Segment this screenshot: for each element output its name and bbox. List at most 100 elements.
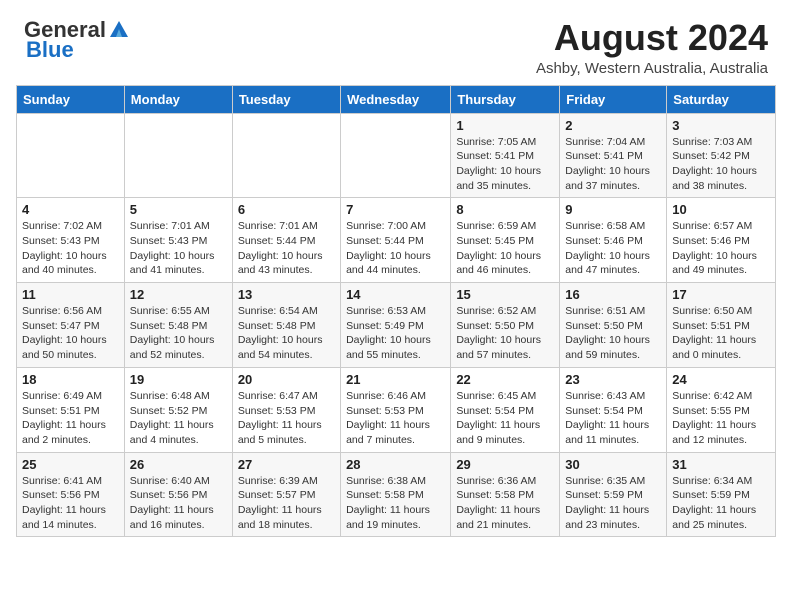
day-number: 10 bbox=[672, 202, 770, 217]
calendar-cell: 8Sunrise: 6:59 AM Sunset: 5:45 PM Daylig… bbox=[451, 198, 560, 283]
day-number: 4 bbox=[22, 202, 119, 217]
day-info: Sunrise: 6:57 AM Sunset: 5:46 PM Dayligh… bbox=[672, 219, 770, 278]
day-number: 15 bbox=[456, 287, 554, 302]
day-info: Sunrise: 6:41 AM Sunset: 5:56 PM Dayligh… bbox=[22, 474, 119, 533]
day-number: 28 bbox=[346, 457, 445, 472]
calendar-cell: 3Sunrise: 7:03 AM Sunset: 5:42 PM Daylig… bbox=[667, 113, 776, 198]
day-info: Sunrise: 6:49 AM Sunset: 5:51 PM Dayligh… bbox=[22, 389, 119, 448]
day-info: Sunrise: 7:05 AM Sunset: 5:41 PM Dayligh… bbox=[456, 135, 554, 194]
calendar-week-2: 4 Sunrise: 7:02 AM Sunset: 5:43 PM Daylig… bbox=[17, 198, 776, 283]
day-info: Sunrise: 6:51 AM Sunset: 5:50 PM Dayligh… bbox=[565, 304, 661, 363]
calendar-cell: 16 Sunrise: 6:51 AM Sunset: 5:50 PM Dayli… bbox=[560, 283, 667, 368]
day-info: Sunrise: 6:45 AM Sunset: 5:54 PM Dayligh… bbox=[456, 389, 554, 448]
day-number: 17 bbox=[672, 287, 770, 302]
calendar-week-1: 1 Sunrise: 7:05 AM Sunset: 5:41 PM Daylig… bbox=[17, 113, 776, 198]
day-number: 2 bbox=[565, 118, 661, 133]
calendar-container: SundayMondayTuesdayWednesdayThursdayFrid… bbox=[0, 85, 792, 554]
column-header-tuesday: Tuesday bbox=[232, 85, 340, 113]
day-number: 13 bbox=[238, 287, 335, 302]
main-title: August 2024 bbox=[536, 18, 768, 58]
calendar-cell: 27 Sunrise: 6:39 AM Sunset: 5:57 PM Dayli… bbox=[232, 452, 340, 537]
day-number: 5 bbox=[130, 202, 227, 217]
calendar-cell: 7Sunrise: 7:00 AM Sunset: 5:44 PM Daylig… bbox=[341, 198, 451, 283]
calendar-cell: 1 Sunrise: 7:05 AM Sunset: 5:41 PM Daylig… bbox=[451, 113, 560, 198]
day-info: Sunrise: 6:52 AM Sunset: 5:50 PM Dayligh… bbox=[456, 304, 554, 363]
day-info: Sunrise: 6:38 AM Sunset: 5:58 PM Dayligh… bbox=[346, 474, 445, 533]
day-info: Sunrise: 6:48 AM Sunset: 5:52 PM Dayligh… bbox=[130, 389, 227, 448]
title-section: August 2024 Ashby, Western Australia, Au… bbox=[536, 18, 768, 77]
calendar-table: SundayMondayTuesdayWednesdayThursdayFrid… bbox=[16, 85, 776, 538]
calendar-cell bbox=[232, 113, 340, 198]
calendar-cell bbox=[124, 113, 232, 198]
column-header-thursday: Thursday bbox=[451, 85, 560, 113]
day-number: 1 bbox=[456, 118, 554, 133]
day-info: Sunrise: 7:02 AM Sunset: 5:43 PM Dayligh… bbox=[22, 219, 119, 278]
calendar-cell: 4 Sunrise: 7:02 AM Sunset: 5:43 PM Daylig… bbox=[17, 198, 125, 283]
day-number: 30 bbox=[565, 457, 661, 472]
day-info: Sunrise: 6:34 AM Sunset: 5:59 PM Dayligh… bbox=[672, 474, 770, 533]
day-number: 26 bbox=[130, 457, 227, 472]
column-header-monday: Monday bbox=[124, 85, 232, 113]
day-number: 25 bbox=[22, 457, 119, 472]
day-info: Sunrise: 6:40 AM Sunset: 5:56 PM Dayligh… bbox=[130, 474, 227, 533]
calendar-cell: 9 Sunrise: 6:58 AM Sunset: 5:46 PM Daylig… bbox=[560, 198, 667, 283]
day-number: 29 bbox=[456, 457, 554, 472]
calendar-cell: 25 Sunrise: 6:41 AM Sunset: 5:56 PM Dayli… bbox=[17, 452, 125, 537]
day-number: 24 bbox=[672, 372, 770, 387]
day-number: 9 bbox=[565, 202, 661, 217]
calendar-cell: 12 Sunrise: 6:55 AM Sunset: 5:48 PM Dayli… bbox=[124, 283, 232, 368]
calendar-cell: 14 Sunrise: 6:53 AM Sunset: 5:49 PM Dayli… bbox=[341, 283, 451, 368]
calendar-header-row: SundayMondayTuesdayWednesdayThursdayFrid… bbox=[17, 85, 776, 113]
day-info: Sunrise: 6:55 AM Sunset: 5:48 PM Dayligh… bbox=[130, 304, 227, 363]
calendar-week-5: 25 Sunrise: 6:41 AM Sunset: 5:56 PM Dayli… bbox=[17, 452, 776, 537]
calendar-cell: 20 Sunrise: 6:47 AM Sunset: 5:53 PM Dayli… bbox=[232, 367, 340, 452]
calendar-cell: 29 Sunrise: 6:36 AM Sunset: 5:58 PM Dayli… bbox=[451, 452, 560, 537]
day-info: Sunrise: 7:01 AM Sunset: 5:44 PM Dayligh… bbox=[238, 219, 335, 278]
day-info: Sunrise: 6:58 AM Sunset: 5:46 PM Dayligh… bbox=[565, 219, 661, 278]
day-number: 23 bbox=[565, 372, 661, 387]
day-info: Sunrise: 6:42 AM Sunset: 5:55 PM Dayligh… bbox=[672, 389, 770, 448]
calendar-cell: 26 Sunrise: 6:40 AM Sunset: 5:56 PM Dayli… bbox=[124, 452, 232, 537]
day-info: Sunrise: 6:50 AM Sunset: 5:51 PM Dayligh… bbox=[672, 304, 770, 363]
calendar-cell: 6Sunrise: 7:01 AM Sunset: 5:44 PM Daylig… bbox=[232, 198, 340, 283]
calendar-cell: 11Sunrise: 6:56 AM Sunset: 5:47 PM Dayli… bbox=[17, 283, 125, 368]
day-number: 20 bbox=[238, 372, 335, 387]
calendar-cell: 21Sunrise: 6:46 AM Sunset: 5:53 PM Dayli… bbox=[341, 367, 451, 452]
day-number: 7 bbox=[346, 202, 445, 217]
column-header-saturday: Saturday bbox=[667, 85, 776, 113]
day-info: Sunrise: 6:36 AM Sunset: 5:58 PM Dayligh… bbox=[456, 474, 554, 533]
calendar-cell: 23Sunrise: 6:43 AM Sunset: 5:54 PM Dayli… bbox=[560, 367, 667, 452]
day-info: Sunrise: 6:39 AM Sunset: 5:57 PM Dayligh… bbox=[238, 474, 335, 533]
logo-icon bbox=[108, 19, 130, 39]
day-number: 27 bbox=[238, 457, 335, 472]
column-header-friday: Friday bbox=[560, 85, 667, 113]
day-info: Sunrise: 6:47 AM Sunset: 5:53 PM Dayligh… bbox=[238, 389, 335, 448]
logo-blue: Blue bbox=[26, 38, 74, 62]
subtitle: Ashby, Western Australia, Australia bbox=[536, 60, 768, 77]
page-header: General Blue August 2024 Ashby, Western … bbox=[0, 0, 792, 85]
day-number: 21 bbox=[346, 372, 445, 387]
day-number: 18 bbox=[22, 372, 119, 387]
column-header-sunday: Sunday bbox=[17, 85, 125, 113]
calendar-cell bbox=[17, 113, 125, 198]
logo: General Blue bbox=[24, 18, 130, 62]
day-info: Sunrise: 6:35 AM Sunset: 5:59 PM Dayligh… bbox=[565, 474, 661, 533]
day-number: 16 bbox=[565, 287, 661, 302]
day-number: 14 bbox=[346, 287, 445, 302]
calendar-cell: 13 Sunrise: 6:54 AM Sunset: 5:48 PM Dayli… bbox=[232, 283, 340, 368]
calendar-cell: 22 Sunrise: 6:45 AM Sunset: 5:54 PM Dayli… bbox=[451, 367, 560, 452]
day-info: Sunrise: 6:53 AM Sunset: 5:49 PM Dayligh… bbox=[346, 304, 445, 363]
day-info: Sunrise: 6:54 AM Sunset: 5:48 PM Dayligh… bbox=[238, 304, 335, 363]
day-info: Sunrise: 7:01 AM Sunset: 5:43 PM Dayligh… bbox=[130, 219, 227, 278]
day-number: 31 bbox=[672, 457, 770, 472]
calendar-cell bbox=[341, 113, 451, 198]
calendar-cell: 17 Sunrise: 6:50 AM Sunset: 5:51 PM Dayli… bbox=[667, 283, 776, 368]
day-number: 22 bbox=[456, 372, 554, 387]
calendar-cell: 15 Sunrise: 6:52 AM Sunset: 5:50 PM Dayli… bbox=[451, 283, 560, 368]
day-number: 12 bbox=[130, 287, 227, 302]
calendar-cell: 10 Sunrise: 6:57 AM Sunset: 5:46 PM Dayli… bbox=[667, 198, 776, 283]
day-info: Sunrise: 6:56 AM Sunset: 5:47 PM Dayligh… bbox=[22, 304, 119, 363]
day-number: 8 bbox=[456, 202, 554, 217]
calendar-week-4: 18 Sunrise: 6:49 AM Sunset: 5:51 PM Dayli… bbox=[17, 367, 776, 452]
day-number: 19 bbox=[130, 372, 227, 387]
